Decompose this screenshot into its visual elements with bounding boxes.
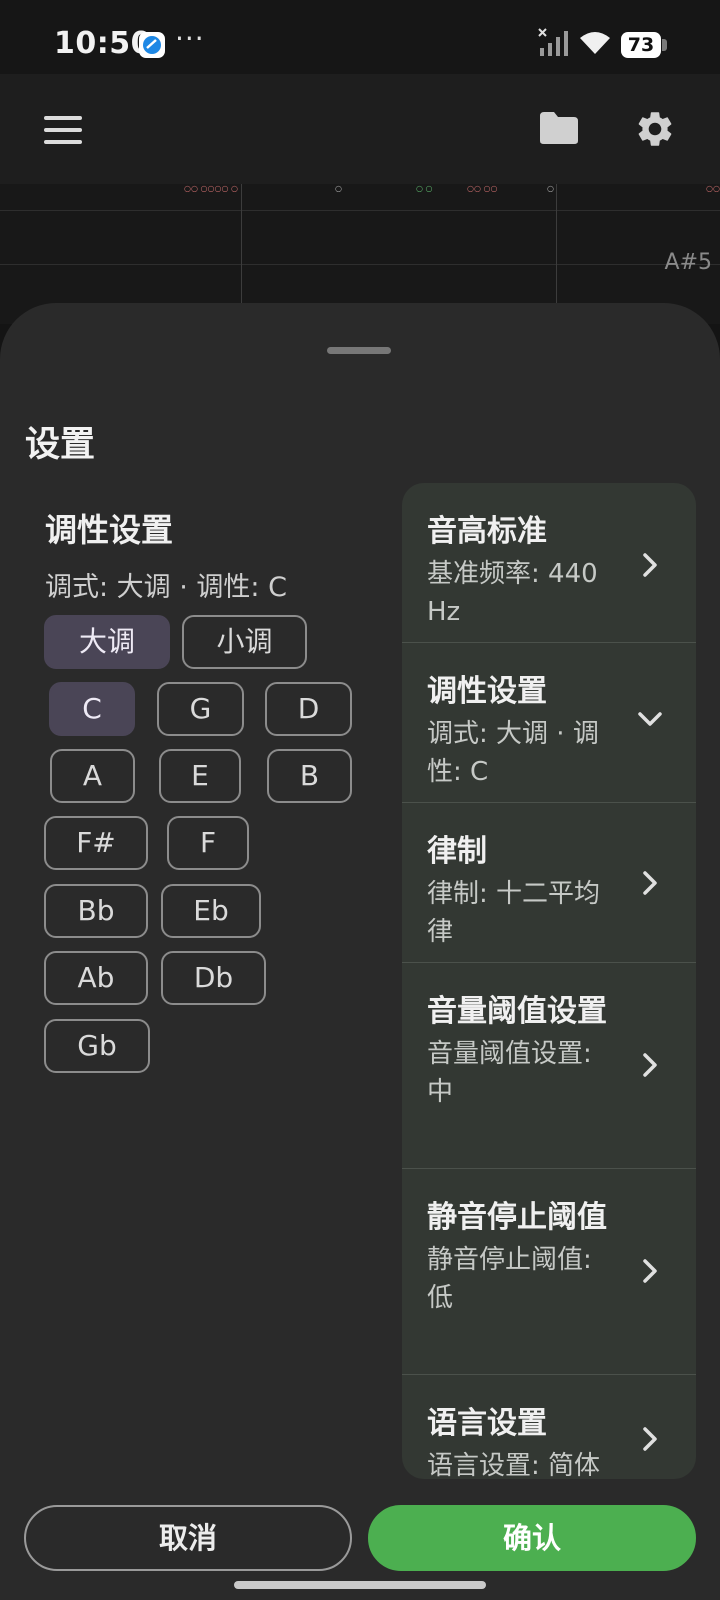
menu-item-subtitle: 律制: 十二平均律 xyxy=(427,879,601,947)
key-chip-d[interactable]: D xyxy=(265,682,352,736)
menu-item-title: 静音停止阈值 xyxy=(427,1200,607,1235)
pitch-dot: ○ ○ xyxy=(416,184,433,193)
menu-item-subtitle: 调式: 大调 · 调性: C xyxy=(427,719,599,787)
mode-chip-minor[interactable]: 小调 xyxy=(182,615,307,669)
menu-item-title: 音量阈值设置 xyxy=(427,994,607,1029)
more-notifications-icon: ··· xyxy=(175,22,205,55)
app-notification-icon xyxy=(139,32,165,58)
chevron-down-icon xyxy=(638,712,662,726)
menu-item-language[interactable]: 语言设置 语言设置: 简体 xyxy=(402,1375,696,1479)
status-bar: 10:50 ··· 73 xyxy=(0,0,720,74)
pitch-dot: ○ xyxy=(547,184,554,193)
signal-icon xyxy=(538,28,572,62)
key-chip-b-flat[interactable]: Bb xyxy=(44,884,148,938)
key-chip-a[interactable]: A xyxy=(50,749,135,803)
folder-icon[interactable] xyxy=(538,110,580,150)
settings-menu: 音高标准 基准频率: 440 Hz 调性设置 调式: 大调 · 调性: C 律制… xyxy=(402,483,696,1479)
key-settings-title: 调性设置 xyxy=(45,511,174,549)
key-chip-e-flat[interactable]: Eb xyxy=(161,884,261,938)
menu-item-title: 律制 xyxy=(427,834,487,869)
key-chip-g[interactable]: G xyxy=(157,682,244,736)
menu-item-volume-threshold[interactable]: 音量阈值设置 音量阈值设置: 中 xyxy=(402,963,696,1169)
key-chip-g-flat[interactable]: Gb xyxy=(44,1019,150,1073)
key-chip-f[interactable]: F xyxy=(167,816,249,870)
pitch-dot: ○○ xyxy=(706,184,720,193)
menu-item-subtitle: 基准频率: 440 Hz xyxy=(427,559,598,627)
key-settings-summary: 调式: 大调 · 调性: C xyxy=(45,572,287,603)
menu-item-temperament[interactable]: 律制 律制: 十二平均律 xyxy=(402,803,696,963)
chevron-right-icon xyxy=(643,1259,657,1283)
mode-chip-major[interactable]: 大调 xyxy=(44,615,170,669)
settings-sheet: 设置 调性设置 调式: 大调 · 调性: C 大调 小调 C G D A E B… xyxy=(0,303,720,1600)
hamburger-menu-icon[interactable] xyxy=(44,116,84,146)
confirm-button[interactable]: 确认 xyxy=(368,1505,696,1571)
grid-line xyxy=(0,264,720,265)
menu-item-key-settings[interactable]: 调性设置 调式: 大调 · 调性: C xyxy=(402,643,696,803)
menu-item-title: 调性设置 xyxy=(427,674,547,709)
chevron-right-icon xyxy=(643,871,657,895)
sheet-title: 设置 xyxy=(25,425,96,465)
app-bar xyxy=(0,74,720,184)
menu-item-subtitle: 静音停止阈值: 低 xyxy=(427,1245,592,1313)
wifi-icon xyxy=(578,30,612,60)
menu-item-subtitle: 音量阈值设置: 中 xyxy=(427,1039,592,1107)
chevron-right-icon xyxy=(643,553,657,577)
key-chip-c[interactable]: C xyxy=(49,682,135,736)
grid-line xyxy=(0,210,720,211)
key-chip-b[interactable]: B xyxy=(267,749,352,803)
menu-item-subtitle: 语言设置: 简体 xyxy=(427,1451,601,1479)
chevron-right-icon xyxy=(643,1427,657,1451)
battery-icon: 73 xyxy=(621,32,661,58)
menu-item-silence-threshold[interactable]: 静音停止阈值 静音停止阈值: 低 xyxy=(402,1169,696,1375)
key-chip-e[interactable]: E xyxy=(159,749,241,803)
gear-icon[interactable] xyxy=(634,108,676,154)
status-time: 10:50 xyxy=(54,26,152,61)
key-chip-a-flat[interactable]: Ab xyxy=(44,951,148,1005)
pitch-dot: ○○ ○○○○ ○ xyxy=(184,184,238,193)
key-chip-f-sharp[interactable]: F# xyxy=(44,816,148,870)
key-chip-d-flat[interactable]: Db xyxy=(161,951,266,1005)
drag-handle[interactable] xyxy=(327,347,391,354)
menu-item-pitch-standard[interactable]: 音高标准 基准频率: 440 Hz xyxy=(402,483,696,643)
screen: 10:50 ··· 73 ○○ ○○○○ ○ ○ ○ ○ ○○ ○○ ○ ○○ … xyxy=(0,0,720,1600)
pitch-dot: ○ xyxy=(335,184,342,193)
cancel-button[interactable]: 取消 xyxy=(24,1505,352,1571)
chevron-right-icon xyxy=(643,1053,657,1077)
note-label: A#5 xyxy=(664,250,712,275)
home-indicator[interactable] xyxy=(234,1581,486,1589)
battery-tip xyxy=(662,39,667,51)
menu-item-title: 音高标准 xyxy=(427,514,547,549)
menu-item-title: 语言设置 xyxy=(427,1406,547,1441)
pitch-dot: ○○ ○○ xyxy=(467,184,498,193)
